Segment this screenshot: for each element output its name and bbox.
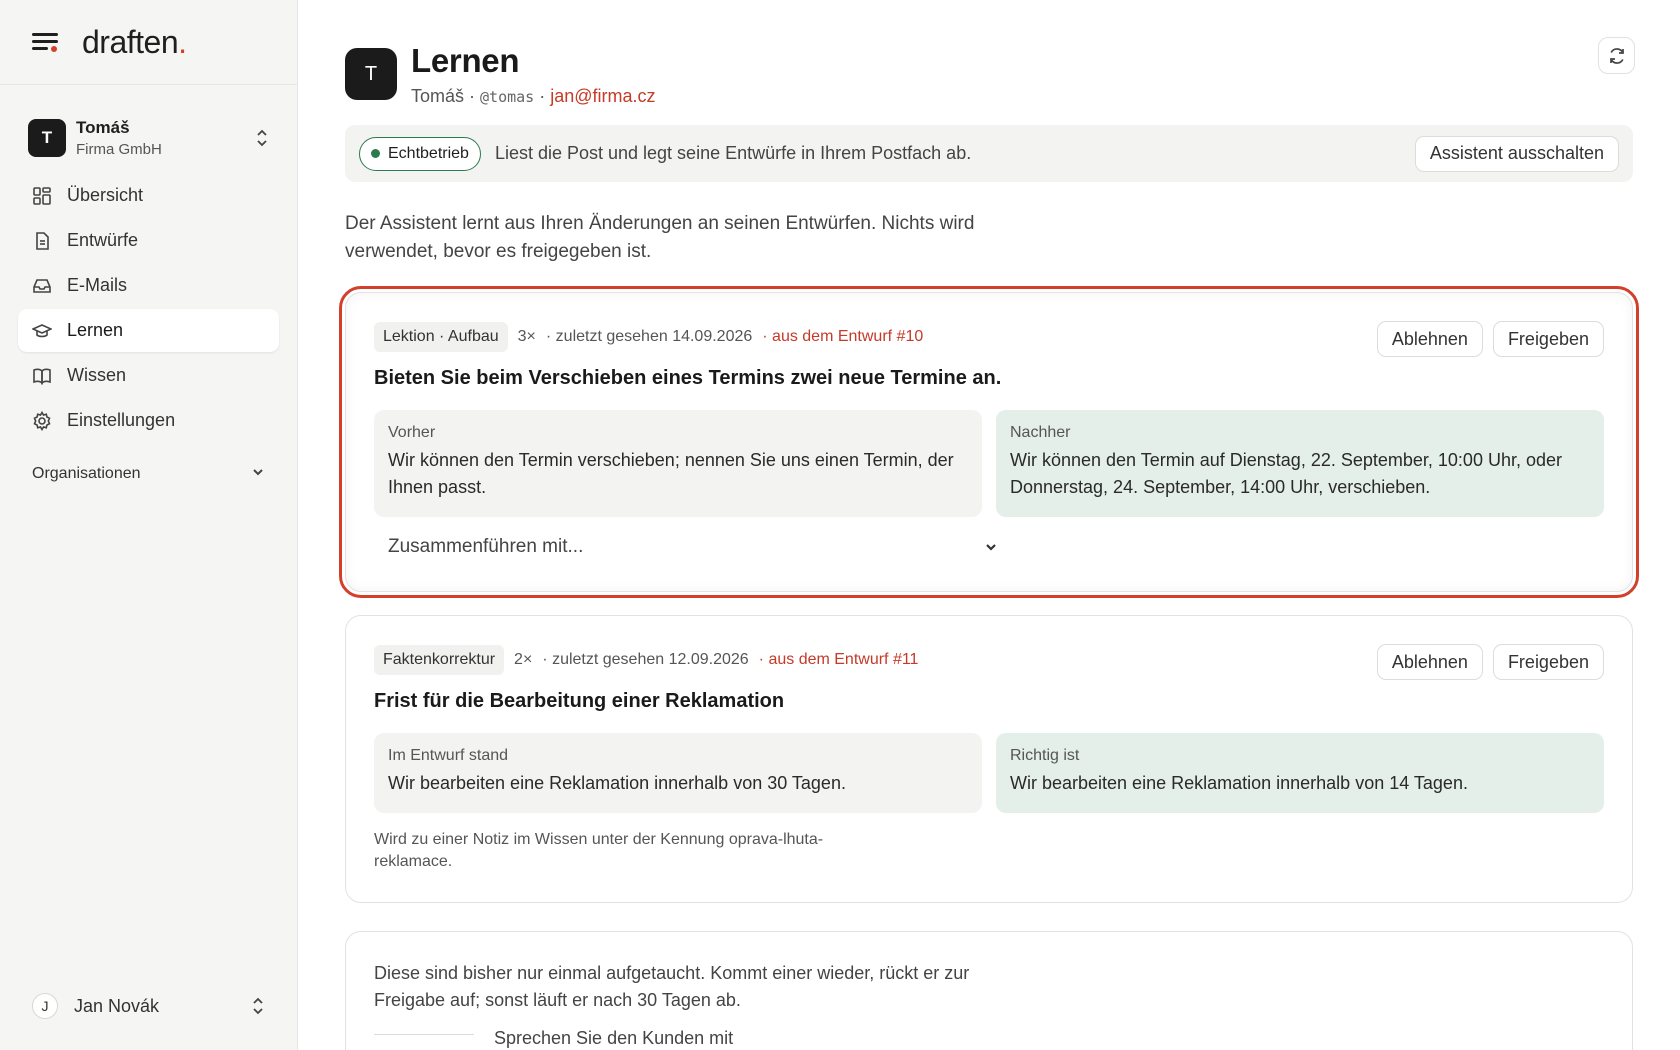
chevron-down-icon [251, 465, 265, 484]
page-title: Lernen [411, 42, 520, 79]
status-text: Liest die Post und legt seine Entwürfe i… [494, 143, 972, 163]
book-icon [32, 366, 52, 386]
lesson-card: Lektion · Aufbau 3× · zuletzt gesehen 14… [339, 286, 1639, 598]
refresh-button[interactable] [1598, 37, 1635, 74]
sidebar-item-overview[interactable]: Übersicht [18, 174, 279, 217]
page-header: T Lernen Tomáš · @tomas · jan@firma.cz [345, 42, 656, 107]
before-panel: Vorher Wir können den Termin verschieben… [374, 410, 982, 517]
sidebar-item-drafts[interactable]: Entwürfe [18, 219, 279, 262]
intro-text: Der Assistent lernt aus Ihren Änderungen… [345, 213, 975, 262]
sidebar: draften. T Tomáš Firma GmbH Übersicht En… [0, 0, 298, 1050]
status-bar: Echtbetrieb Liest die Post und legt sein… [345, 125, 1633, 182]
lesson-title: Frist für die Bearbeitung einer Reklamat… [374, 690, 785, 712]
assistant-avatar: T [345, 48, 397, 100]
inbox-icon [32, 276, 52, 296]
refresh-icon [1609, 47, 1624, 64]
reject-button[interactable]: Ablehnen [1376, 321, 1483, 357]
occurrence-count: 2× [514, 651, 533, 668]
workspace-switcher[interactable]: T Tomáš Firma GmbH [0, 114, 297, 162]
lesson-type-tag: Lektion · Aufbau [374, 322, 508, 352]
sidebar-item-label: Entwürfe [67, 230, 139, 250]
last-seen: · zuletzt gesehen 14.09.2026 [545, 328, 753, 345]
after-panel: Richtig ist Wir bearbeiten eine Reklamat… [996, 733, 1604, 813]
approve-button[interactable]: Freigeben [1492, 644, 1604, 680]
sidebar-item-knowledge[interactable]: Wissen [18, 354, 279, 397]
user-avatar: J [32, 993, 58, 1019]
pending-lessons-card: Diese sind bisher nur einmal aufgetaucht… [345, 931, 1633, 1050]
approve-button[interactable]: Freigeben [1492, 321, 1604, 357]
sidebar-item-label: E-Mails [67, 275, 128, 295]
status-badge: Echtbetrieb [359, 136, 481, 171]
chevron-up-down-icon [251, 996, 265, 1016]
assistant-identity: Tomáš · @tomas · jan@firma.cz [411, 86, 656, 106]
source-draft-link[interactable]: · aus dem Entwurf #10 [762, 328, 923, 346]
workspace-avatar: T [28, 119, 66, 157]
chevron-down-icon [986, 544, 996, 551]
before-after-compare: Vorher Wir können den Termin verschieben… [374, 410, 1604, 517]
organizations-label: Organisationen [32, 465, 141, 482]
merge-select[interactable]: Zusammenführen mit... [374, 527, 1012, 567]
workspace-name: Tomáš [76, 118, 130, 137]
disable-assistant-button[interactable]: Assistent ausschalten [1414, 135, 1619, 172]
pending-item-title: Sprechen Sie den Kunden mit [494, 1028, 734, 1048]
source-draft-link[interactable]: · aus dem Entwurf #11 [759, 651, 919, 669]
occurrence-count: 3× [517, 328, 536, 345]
organizations-toggle[interactable]: Organisationen [0, 460, 297, 488]
main-content: T Lernen Tomáš · @tomas · jan@firma.cz E… [339, 0, 1639, 1050]
gear-icon [32, 410, 52, 431]
pending-tag [374, 1034, 474, 1040]
fact-correction-card: Faktenkorrektur 2× · zuletzt gesehen 12.… [345, 615, 1633, 903]
menu-icon[interactable] [32, 31, 60, 53]
sidebar-item-label: Lernen [67, 320, 124, 340]
pending-explanation: Diese sind bisher nur einmal aufgetaucht… [374, 963, 970, 1010]
graduation-cap-icon [32, 321, 52, 341]
before-after-compare: Im Entwurf stand Wir bearbeiten eine Rek… [374, 733, 1604, 813]
after-panel: Nachher Wir können den Termin auf Dienst… [996, 410, 1604, 517]
assistant-handle: @tomas [480, 88, 535, 106]
assistant-name: Tomáš [411, 86, 465, 106]
pending-item: Sprechen Sie den Kunden mit [374, 1028, 1604, 1049]
sidebar-item-emails[interactable]: E-Mails [18, 264, 279, 307]
reject-button[interactable]: Ablehnen [1376, 644, 1483, 680]
last-seen: · zuletzt gesehen 12.09.2026 [542, 651, 749, 668]
document-icon [32, 231, 52, 251]
sidebar-item-learn[interactable]: Lernen [18, 309, 279, 352]
assistant-email[interactable]: jan@firma.cz [550, 86, 655, 106]
workspace-org: Firma GmbH [76, 141, 162, 158]
sidebar-item-label: Einstellungen [67, 410, 176, 430]
logo: draften. [82, 23, 187, 60]
knowledge-note: Wird zu einer Notiz im Wissen unter der … [374, 831, 824, 870]
brand-bar: draften. [0, 0, 297, 85]
user-menu[interactable]: J Jan Novák [32, 990, 265, 1022]
lesson-title: Bieten Sie beim Verschieben eines Termin… [374, 367, 1002, 389]
lesson-type-tag: Faktenkorrektur [374, 645, 505, 675]
merge-select-value: Zusammenführen mit... [388, 536, 584, 557]
grid-icon [32, 186, 52, 206]
chevron-up-down-icon [255, 128, 269, 148]
before-panel: Im Entwurf stand Wir bearbeiten eine Rek… [374, 733, 982, 813]
sidebar-item-settings[interactable]: Einstellungen [18, 399, 279, 442]
user-name: Jan Novák [74, 995, 160, 1016]
sidebar-item-label: Wissen [67, 365, 127, 385]
sidebar-item-label: Übersicht [67, 185, 144, 205]
sidebar-nav: Übersicht Entwürfe E-Mails Lernen Wissen… [0, 174, 297, 442]
